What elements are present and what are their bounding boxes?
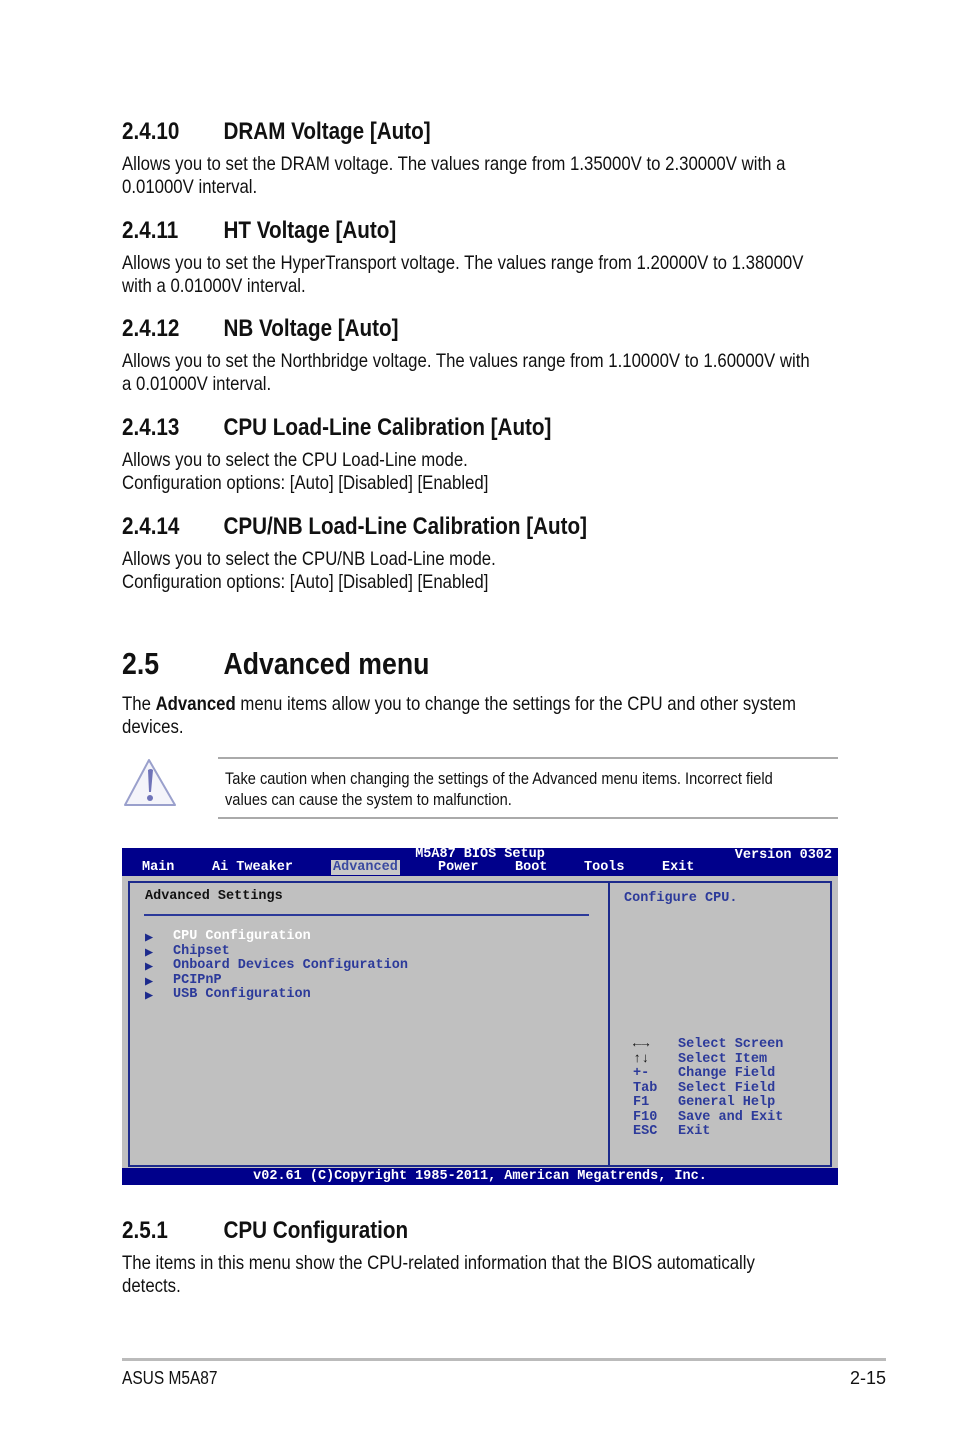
key-action: General Help [678, 1095, 776, 1110]
tab-exit[interactable]: Exit [662, 860, 694, 875]
section-text: Allows you to set the HyperTransport vol… [122, 252, 804, 297]
footer-page-number: 2-15 [849, 1368, 886, 1388]
key-label: ↑↓ [633, 1051, 650, 1067]
bios-copyright: v02.61 (C)Copyright 1985-2011, American … [122, 1168, 838, 1185]
tab-main[interactable]: Main [142, 860, 174, 875]
bios-panel-divider [608, 881, 610, 1167]
key-action: Select Field [678, 1080, 776, 1096]
section-text: Allows you to set the Northbridge voltag… [122, 350, 810, 395]
section-heading: 2.4.13 CPU Load-Line Calibration [Auto] [122, 414, 552, 441]
key-label: ESC [633, 1124, 658, 1139]
bios-version: Version 0302 [734, 848, 832, 863]
key-action: Exit [678, 1124, 711, 1139]
key-label: Tab [633, 1080, 658, 1096]
menu-item[interactable]: CPU Configuration [173, 929, 311, 944]
heading-rule [144, 914, 589, 916]
advanced-intro: The Advanced menu items allow you to cha… [122, 693, 796, 738]
section-heading: 2.4.11 HT Voltage [Auto] [122, 217, 397, 244]
manual-page: 2.4.10 DRAM Voltage [Auto] Allows you to s… [0, 0, 954, 1438]
help-text: Configure CPU. [624, 891, 738, 906]
section-heading: 2.4.12 NB Voltage [Auto] [122, 315, 399, 342]
footer-rule [122, 1358, 886, 1361]
section-text: Allows you to select the CPU/NB Load-Lin… [122, 548, 496, 593]
note-top-rule [218, 757, 838, 759]
menu-item[interactable]: Chipset [173, 944, 230, 959]
tab-tools[interactable]: Tools [584, 860, 625, 875]
section-heading: 2.4.14 CPU/NB Load-Line Calibration [Auto… [122, 513, 587, 540]
section-text: Allows you to select the CPU Load-Line m… [122, 449, 489, 494]
tab-power[interactable]: Power [438, 860, 479, 875]
section-heading: 2.4.10 DRAM Voltage [Auto] [122, 118, 431, 145]
section-heading-2-5: 2.5 Advanced menu [122, 646, 430, 681]
key-label: ←→ [633, 1037, 650, 1052]
cpu-config-text: The items in this menu show the CPU-rela… [122, 1252, 755, 1297]
key-label: F1 [633, 1095, 650, 1110]
menu-item[interactable]: USB Configuration [173, 987, 311, 1002]
bios-menu-bar: M5A87 BIOS Setup Version 0302 Main Ai Tw… [122, 847, 838, 876]
warning-icon [124, 759, 176, 806]
footer-product: ASUS M5A87 [122, 1368, 218, 1388]
key-label: F10 [633, 1109, 658, 1125]
menu-item[interactable]: PCIPnP [173, 973, 222, 988]
section-text: Allows you to set the DRAM voltage. The … [122, 153, 786, 198]
bios-screenshot: M5A87 BIOS Setup Version 0302 Main Ai Tw… [122, 847, 838, 1185]
key-label: +- [633, 1066, 650, 1081]
menu-item[interactable]: Onboard Devices Configuration [173, 958, 408, 973]
advanced-settings-heading: Advanced Settings [145, 889, 283, 904]
key-action: Save and Exit [678, 1109, 784, 1125]
key-action: Select Item [678, 1051, 768, 1067]
note-bottom-rule [218, 817, 838, 819]
tab-boot[interactable]: Boot [515, 860, 547, 875]
arrow-right-icon: ▶ [145, 989, 154, 1004]
key-action: Select Screen [678, 1037, 784, 1052]
key-action: Change Field [678, 1066, 776, 1081]
caution-note: Take caution when changing the settings … [225, 769, 773, 809]
tab-advanced[interactable]: Advanced [331, 860, 400, 875]
section-heading-2-5-1: 2.5.1 CPU Configuration [122, 1217, 409, 1244]
tab-ai-tweaker[interactable]: Ai Tweaker [212, 860, 293, 875]
